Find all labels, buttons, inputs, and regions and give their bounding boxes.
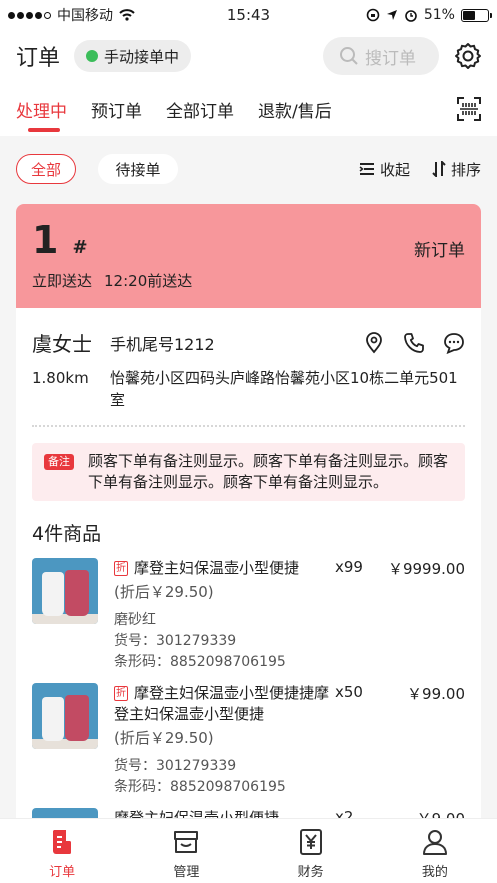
- order-number: 1 #: [32, 218, 465, 262]
- alarm-icon: [405, 10, 417, 22]
- clock: 15:43: [226, 6, 271, 24]
- product-price: ￥99.00: [407, 685, 465, 703]
- top-bar: 订单 手动接单中 搜订单: [0, 30, 497, 82]
- product-qty: x50: [335, 683, 363, 701]
- order-card[interactable]: 1 # 新订单 立即送达 12:20前送达 虞女士 手机尾号1212 1.80k…: [16, 204, 481, 844]
- order-status: 新订单: [414, 241, 465, 261]
- nav-profile[interactable]: 我的: [373, 819, 497, 883]
- delivery-info: 立即送达 12:20前送达: [32, 270, 465, 291]
- customer-name: 虞女士: [32, 332, 92, 356]
- filter-bar: 全部 待接单 收起 排序: [0, 136, 497, 202]
- note-text: 顾客下单有备注则显示。顾客下单有备注则显示。顾客下单有备注则显示。顾客下单有备注…: [88, 452, 449, 491]
- sort-icon: [432, 161, 446, 177]
- nav-orders[interactable]: 订单: [0, 819, 124, 883]
- sort-button[interactable]: 排序: [432, 159, 481, 180]
- nav-manage[interactable]: 管理: [124, 819, 248, 883]
- order-card-header: 1 # 新订单 立即送达 12:20前送达: [16, 204, 481, 308]
- online-dot-icon: [86, 50, 99, 62]
- product-qty: x99: [335, 558, 363, 576]
- collapse-icon: [359, 163, 374, 175]
- signal-icon: [8, 11, 51, 19]
- note-tag: 备注: [44, 454, 74, 470]
- status-bar: 中国移动 15:43 51%: [0, 0, 497, 30]
- nav-manage-label: 管理: [173, 865, 200, 880]
- divider: [32, 425, 465, 427]
- discount-price: (折后￥29.50): [114, 729, 214, 747]
- nav-orders-label: 订单: [49, 865, 76, 880]
- order-note: 备注 顾客下单有备注则显示。顾客下单有备注则显示。顾客下单有备注则显示。顾客下单…: [32, 443, 465, 501]
- collapse-button[interactable]: 收起: [359, 159, 410, 180]
- discount-tag: 折: [114, 686, 128, 701]
- finance-icon: [299, 829, 322, 855]
- product-sku: 货号：301279339: [114, 758, 237, 774]
- search-placeholder: 搜订单: [365, 48, 416, 69]
- product-barcode: 条形码：8852098706195: [114, 654, 286, 670]
- nav-finance-label: 财务: [297, 865, 324, 880]
- profile-icon: [422, 830, 447, 855]
- product-thumbnail: [32, 683, 98, 749]
- delivery-mode: 立即送达: [32, 272, 93, 290]
- delivery-time: 12:20前送达: [104, 272, 193, 290]
- customer-address: 怡馨苑小区四码头庐峰路怡馨苑小区10栋二单元501室: [110, 369, 458, 409]
- order-icon: [53, 830, 72, 854]
- tab-processing[interactable]: 处理中: [16, 82, 67, 136]
- delivery-distance: 1.80km: [32, 369, 89, 387]
- battery-icon: [460, 8, 492, 22]
- rotation-lock-icon: [366, 8, 380, 22]
- product-sku: 货号：301279339: [114, 633, 237, 649]
- sort-label: 排序: [450, 160, 481, 179]
- nav-finance[interactable]: 财务: [249, 819, 373, 883]
- tab-preorder[interactable]: 预订单: [91, 82, 142, 136]
- discount-tag: 折: [114, 561, 128, 576]
- tab-all-orders[interactable]: 全部订单: [166, 82, 234, 136]
- battery-percent: 51%: [423, 7, 455, 23]
- order-mode-label: 手动接单中: [104, 47, 180, 66]
- location-arrow-icon: [386, 10, 397, 20]
- order-mode-toggle[interactable]: 手动接单中: [74, 40, 192, 72]
- gear-icon: [455, 43, 481, 69]
- message-icon[interactable]: [443, 332, 465, 354]
- nav-profile-label: 我的: [421, 865, 448, 880]
- search-input[interactable]: 搜订单: [323, 37, 439, 75]
- wifi-icon: [119, 9, 135, 21]
- order-number-value: 1: [32, 218, 59, 262]
- page-title: 订单: [16, 46, 61, 71]
- manage-icon: [174, 831, 199, 853]
- list-item[interactable]: 折摩登主妇保温壶小型便捷捷摩登主妇保温壶小型便捷 x50 ￥99.00 (折后￥…: [16, 683, 481, 798]
- bottom-nav: 订单 管理 财务 我的: [0, 818, 497, 883]
- product-spec: 磨砂红: [114, 612, 156, 628]
- tab-refund[interactable]: 退款/售后: [258, 82, 332, 136]
- collapse-label: 收起: [379, 160, 410, 179]
- product-name: 摩登主妇保温壶小型便捷: [134, 559, 300, 577]
- item-count: 4件商品: [32, 523, 102, 545]
- scan-icon[interactable]: [457, 97, 481, 121]
- carrier-label: 中国移动: [57, 8, 113, 24]
- phone-icon[interactable]: [403, 332, 425, 354]
- product-name: 摩登主妇保温壶小型便捷捷摩登主妇保温壶小型便捷: [114, 684, 330, 723]
- product-barcode: 条形码：8852098706195: [114, 779, 286, 795]
- product-thumbnail: [32, 558, 98, 624]
- order-number-suffix: #: [72, 237, 88, 258]
- order-tabs: 处理中 预订单 全部订单 退款/售后: [0, 82, 497, 136]
- search-icon: [340, 47, 358, 65]
- discount-price: (折后￥29.50): [114, 583, 214, 601]
- customer-section: 虞女士 手机尾号1212 1.80km 怡馨苑小区四码头庐峰路怡馨苑小区10栋二…: [16, 308, 481, 427]
- product-price: ￥9999.00: [387, 560, 465, 578]
- location-pin-icon[interactable]: [363, 331, 385, 354]
- filter-all-chip[interactable]: 全部: [16, 154, 76, 184]
- list-item[interactable]: 折摩登主妇保温壶小型便捷 x99 ￥9999.00 (折后￥29.50) 磨砂红…: [16, 558, 481, 673]
- customer-phone: 手机尾号1212: [110, 334, 215, 354]
- settings-button[interactable]: [453, 41, 483, 71]
- filter-pending-chip[interactable]: 待接单: [98, 154, 178, 184]
